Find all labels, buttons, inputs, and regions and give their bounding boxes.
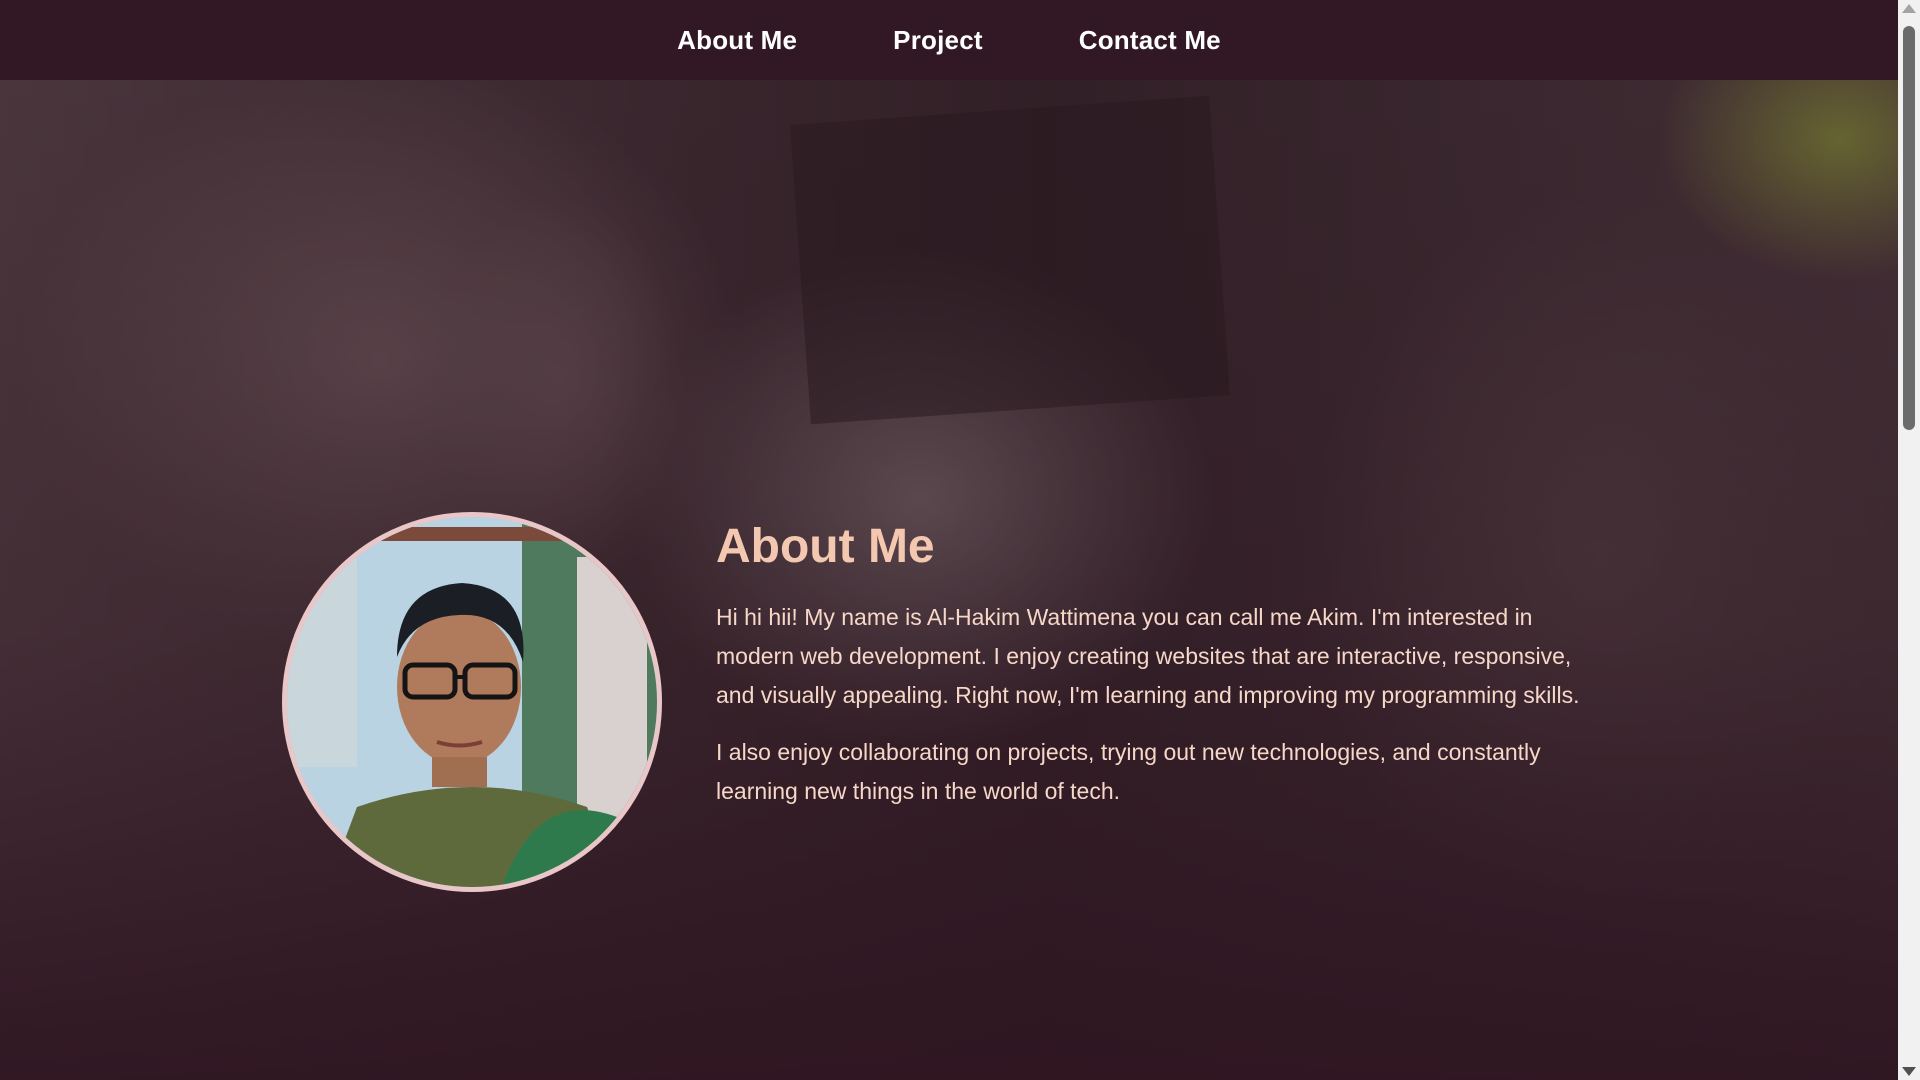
nav-link-about-me[interactable]: About Me [629, 25, 845, 56]
about-paragraph-interests: I also enjoy collaborating on projects, … [716, 738, 1541, 804]
about-content: About Me Hi hi hii! My name is Al-Hakim … [716, 518, 1616, 829]
profile-photo [287, 517, 657, 887]
page: About Me Project Contact Me About Me Hi … [0, 0, 1920, 1080]
top-navbar: About Me Project Contact Me [0, 0, 1898, 80]
nav-link-project[interactable]: Project [845, 25, 1031, 56]
page-scrollbar[interactable] [1898, 0, 1920, 1080]
profile-avatar [282, 512, 662, 892]
scroll-up-arrow-icon[interactable] [1902, 4, 1916, 13]
nav-link-contact-me[interactable]: Contact Me [1031, 25, 1269, 56]
scroll-down-arrow-icon[interactable] [1902, 1067, 1916, 1076]
about-section-hero: About Me Hi hi hii! My name is Al-Hakim … [0, 80, 1898, 1080]
about-paragraph-intro: Hi hi hii! My name is Al-Hakim Wattimena… [716, 603, 1580, 708]
scrollbar-thumb[interactable] [1903, 26, 1915, 430]
about-title: About Me [716, 520, 935, 573]
